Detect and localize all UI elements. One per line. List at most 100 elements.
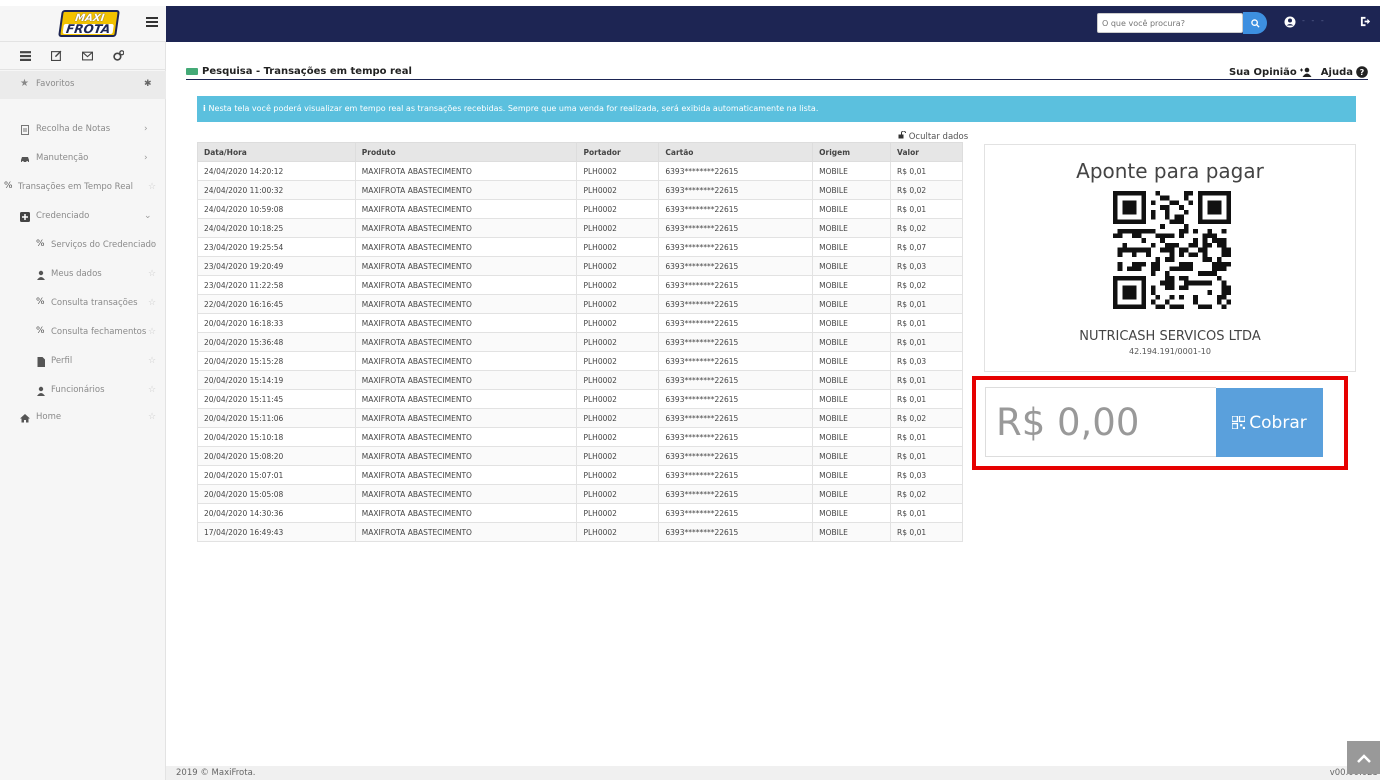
search-input[interactable] xyxy=(1097,13,1243,33)
table-cell: MAXIFROTA ABASTECIMENTO xyxy=(354,180,578,200)
table-cell: PLH0002 xyxy=(576,180,660,200)
list-icon[interactable] xyxy=(20,50,31,61)
table-row[interactable]: 24/04/2020 10:59:08 MAXIFROTA ABASTECIMEN… xyxy=(197,199,963,219)
table-cell: MAXIFROTA ABASTECIMENTO xyxy=(354,465,578,485)
amount-input[interactable] xyxy=(985,387,1216,457)
table-row[interactable]: 20/04/2020 15:14:19 MAXIFROTA ABASTECIMEN… xyxy=(197,370,963,390)
unlock-icon xyxy=(898,130,906,139)
search-button[interactable] xyxy=(1243,12,1267,34)
maxifrota-logo[interactable]: MAXI FROTA xyxy=(58,10,120,37)
table-row[interactable]: 23/04/2020 19:20:49 MAXIFROTA ABASTECIMEN… xyxy=(197,256,963,276)
table-row[interactable]: 20/04/2020 15:08:20 MAXIFROTA ABASTECIMEN… xyxy=(197,446,963,466)
plus-square-icon xyxy=(20,212,30,222)
star-outline-icon[interactable]: ☆ xyxy=(148,269,156,279)
search-icon xyxy=(1250,18,1260,28)
table-cell: 24/04/2020 11:00:32 xyxy=(197,180,356,200)
table-row[interactable]: 20/04/2020 15:15:28 MAXIFROTA ABASTECIMEN… xyxy=(197,351,963,371)
chevron-down-icon: ⌄ xyxy=(144,211,152,221)
star-outline-icon[interactable]: ☆ xyxy=(148,182,156,192)
table-row[interactable]: 24/04/2020 10:18:25 MAXIFROTA ABASTECIMEN… xyxy=(197,218,963,238)
table-row[interactable]: 17/04/2020 16:49:43 MAXIFROTA ABASTECIMEN… xyxy=(197,522,963,542)
table-row[interactable]: 20/04/2020 16:18:33 MAXIFROTA ABASTECIMEN… xyxy=(197,313,963,333)
sidebar-item-perfil[interactable]: Perfil ☆ xyxy=(0,348,166,376)
user-name[interactable]: - - - xyxy=(1302,16,1326,25)
sidebar-item-transacoes-tempo-real[interactable]: % Transações em Tempo Real ☆ xyxy=(0,174,166,202)
star-outline-icon[interactable]: ☆ xyxy=(148,298,156,308)
table-row[interactable]: 20/04/2020 15:36:48 MAXIFROTA ABASTECIMEN… xyxy=(197,332,963,352)
table-row[interactable]: 23/04/2020 19:25:54 MAXIFROTA ABASTECIMEN… xyxy=(197,237,963,257)
table-cell: R$ 0,01 xyxy=(890,294,963,314)
qrcode-icon xyxy=(1232,416,1246,429)
table-cell: PLH0002 xyxy=(576,389,660,409)
sidebar-item-consulta-fechamentos[interactable]: % Consulta fechamentos ☆ xyxy=(0,319,166,347)
edit-icon[interactable] xyxy=(51,50,62,61)
sidebar-item-favoritos[interactable]: ★ Favoritos ✱ xyxy=(0,71,166,99)
star-outline-icon[interactable]: ☆ xyxy=(148,240,156,250)
table-cell: MOBILE xyxy=(812,275,892,295)
table-cell: PLH0002 xyxy=(576,503,660,523)
column-header[interactable]: Data/Hora xyxy=(197,142,356,162)
sidebar-item-servicos-do-credenciado[interactable]: % Serviços do Credenciado ☆ xyxy=(0,232,166,260)
sidebar-item-credenciado[interactable]: Credenciado ⌄ xyxy=(0,203,166,231)
table-row[interactable]: 24/04/2020 14:20:12 MAXIFROTA ABASTECIMEN… xyxy=(197,161,963,181)
table-cell: MAXIFROTA ABASTECIMENTO xyxy=(354,161,578,181)
pin-icon[interactable]: ✱ xyxy=(144,79,152,89)
column-header[interactable]: Produto xyxy=(354,142,578,162)
feedback-link[interactable]: Sua Opinião xyxy=(1229,67,1297,78)
transactions-table: Data/Hora Produto Portador Cartão Origem… xyxy=(197,142,963,542)
table-cell: MOBILE xyxy=(812,237,892,257)
sidebar-item-recolha-de-notas[interactable]: Recolha de Notas › xyxy=(0,116,166,144)
hide-data-label: Ocultar dados xyxy=(908,132,969,142)
percent-icon: % xyxy=(36,297,45,307)
table-cell: MOBILE xyxy=(812,503,892,523)
logout-icon[interactable] xyxy=(1360,16,1371,27)
column-header[interactable]: Origem xyxy=(812,142,892,162)
table-row[interactable]: 20/04/2020 15:11:06 MAXIFROTA ABASTECIMEN… xyxy=(197,408,963,428)
table-cell: 6393********22615 xyxy=(658,465,814,485)
help-icon[interactable]: ? xyxy=(1356,66,1368,78)
mail-icon[interactable] xyxy=(82,50,93,61)
table-row[interactable]: 20/04/2020 14:30:36 MAXIFROTA ABASTECIMEN… xyxy=(197,503,963,523)
table-row[interactable]: 22/04/2020 16:16:45 MAXIFROTA ABASTECIMEN… xyxy=(197,294,963,314)
page-title-text: Pesquisa - Transações em tempo real xyxy=(202,66,412,77)
table-row[interactable]: 20/04/2020 15:07:01 MAXIFROTA ABASTECIMEN… xyxy=(197,465,963,485)
star-outline-icon[interactable]: ☆ xyxy=(148,412,156,422)
sidebar-item-funcionarios[interactable]: Funcionários ☆ xyxy=(0,377,166,405)
sidebar-item-home[interactable]: Home ☆ xyxy=(0,404,166,432)
hide-data-toggle[interactable]: Ocultar dados xyxy=(898,130,969,142)
table-cell: R$ 0,03 xyxy=(890,465,963,485)
column-header[interactable]: Cartão xyxy=(658,142,814,162)
sidebar-item-meus-dados[interactable]: Meus dados ☆ xyxy=(0,261,166,289)
cobrar-button[interactable]: Cobrar xyxy=(1216,388,1323,457)
user-circle-icon[interactable] xyxy=(1284,16,1296,28)
table-cell: MOBILE xyxy=(812,332,892,352)
help-link[interactable]: Ajuda xyxy=(1321,67,1353,78)
table-row[interactable]: 20/04/2020 15:11:45 MAXIFROTA ABASTECIMEN… xyxy=(197,389,963,409)
table-cell: 6393********22615 xyxy=(658,180,814,200)
table-cell: MOBILE xyxy=(812,484,892,504)
star-outline-icon[interactable]: ☆ xyxy=(148,327,156,337)
sidebar-item-manutencao[interactable]: Manutenção › xyxy=(0,145,166,173)
gears-icon[interactable] xyxy=(113,50,124,61)
hamburger-menu-icon[interactable] xyxy=(146,17,158,29)
table-cell: 23/04/2020 11:22:58 xyxy=(197,275,356,295)
user-plus-icon[interactable] xyxy=(1299,67,1313,77)
star-outline-icon[interactable]: ☆ xyxy=(148,356,156,366)
table-row[interactable]: 23/04/2020 11:22:58 MAXIFROTA ABASTECIMEN… xyxy=(197,275,963,295)
star-outline-icon[interactable]: ☆ xyxy=(148,385,156,395)
column-header[interactable]: Portador xyxy=(576,142,660,162)
sidebar-item-label: Consulta fechamentos xyxy=(51,327,147,337)
sidebar-item-consulta-transacoes[interactable]: % Consulta transações ☆ xyxy=(0,290,166,318)
table-cell: MAXIFROTA ABASTECIMENTO xyxy=(354,389,578,409)
table-row[interactable]: 20/04/2020 15:10:18 MAXIFROTA ABASTECIMEN… xyxy=(197,427,963,447)
table-body: 24/04/2020 14:20:12 MAXIFROTA ABASTECIMEN… xyxy=(197,161,963,542)
table-cell: PLH0002 xyxy=(576,370,660,390)
sidebar: ★ Favoritos ✱ Recolha de Notas › Manuten… xyxy=(0,42,166,780)
scroll-to-top-button[interactable] xyxy=(1347,741,1380,774)
table-cell: 20/04/2020 15:36:48 xyxy=(197,332,356,352)
table-row[interactable]: 20/04/2020 15:05:08 MAXIFROTA ABASTECIMEN… xyxy=(197,484,963,504)
table-cell: R$ 0,02 xyxy=(890,180,963,200)
sidebar-item-label: Serviços do Credenciado xyxy=(51,240,157,250)
column-header[interactable]: Valor xyxy=(890,142,963,162)
table-row[interactable]: 24/04/2020 11:00:32 MAXIFROTA ABASTECIMEN… xyxy=(197,180,963,200)
